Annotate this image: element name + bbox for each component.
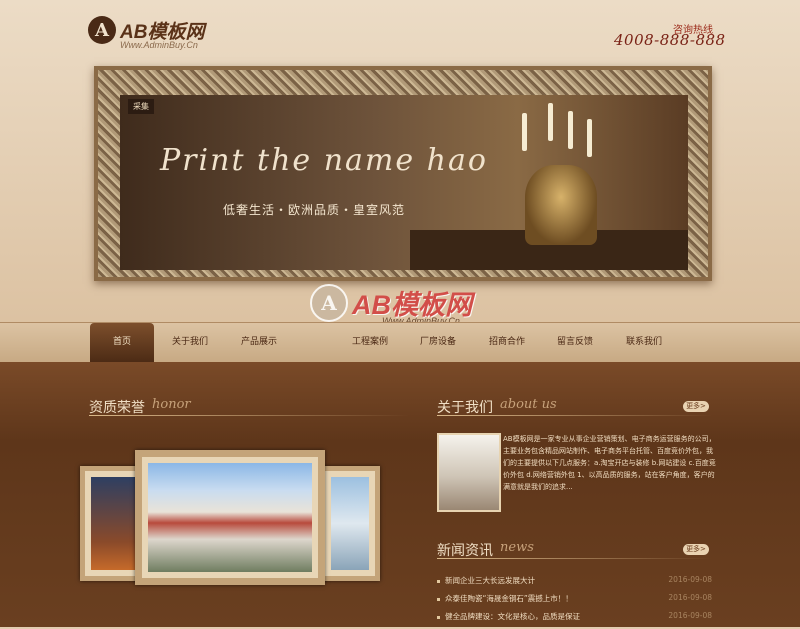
- banner-slogan: 低奢生活・欧洲品质・皇室风范: [223, 203, 406, 217]
- candelabra-graphic: [525, 165, 597, 245]
- candle-graphic: [587, 119, 592, 157]
- news-item-title: 健全品牌建设：文化是核心，品质是保证: [445, 612, 580, 621]
- about-image[interactable]: [437, 433, 501, 512]
- news-item-title: 众泰佳陶瓷“海晟金钢石”震撼上市！！: [445, 594, 573, 603]
- candle-graphic: [522, 113, 527, 151]
- news-item-date: 2016-09-08: [668, 593, 712, 602]
- news-title: 新闻资讯: [437, 543, 493, 559]
- news-item[interactable]: 新闻企业三大长远发展大计 2016-09-08: [437, 575, 712, 593]
- nav-item-contact[interactable]: 联系我们: [614, 323, 674, 363]
- candle-graphic: [568, 111, 573, 149]
- news-more-button[interactable]: 更多>: [683, 544, 709, 555]
- nav-item-equipment[interactable]: 厂房设备: [408, 323, 468, 363]
- watermark-icon: A: [310, 283, 348, 322]
- news-deco: news: [500, 540, 534, 555]
- honor-title: 资质荣誉: [89, 400, 145, 416]
- banner-script-text: Print the name hao: [160, 143, 488, 178]
- about-title: 关于我们: [437, 400, 493, 416]
- bullet-icon: [437, 597, 440, 601]
- banner-tag: 采集: [128, 99, 154, 114]
- nav-item-feedback[interactable]: 留言反馈: [545, 323, 605, 363]
- logo-icon: A: [88, 16, 116, 44]
- bullet-icon: [437, 615, 440, 619]
- news-item-date: 2016-09-08: [668, 611, 712, 620]
- nav-item-cases[interactable]: 工程案例: [340, 323, 400, 363]
- honor-frame-right[interactable]: [320, 466, 380, 581]
- main-nav: 首页 关于我们 产品展示 工程案例 厂房设备 招商合作 留言反馈 联系我们: [0, 322, 800, 363]
- nav-item-home[interactable]: 首页: [90, 323, 154, 363]
- nav-item-about[interactable]: 关于我们: [160, 323, 220, 363]
- logo-url: Www.AdminBuy.Cn: [120, 40, 198, 50]
- honor-photo: [148, 463, 312, 572]
- bullet-icon: [437, 579, 440, 583]
- honor-deco: honor: [152, 397, 191, 412]
- banner-image: 采集 Print the name hao 低奢生活・欧洲品质・皇室风范: [120, 95, 688, 270]
- honor-photo: [331, 477, 369, 570]
- honor-divider: [89, 415, 409, 416]
- news-item[interactable]: 健全品牌建设：文化是核心，品质是保证 2016-09-08: [437, 611, 712, 629]
- news-list: 新闻企业三大长远发展大计 2016-09-08 众泰佳陶瓷“海晟金钢石”震撼上市！…: [437, 575, 712, 629]
- nav-item-products[interactable]: 产品展示: [229, 323, 289, 363]
- about-more-button[interactable]: 更多>: [683, 401, 709, 412]
- news-divider: [437, 558, 712, 559]
- news-item-date: 2016-09-08: [668, 575, 712, 584]
- news-item-title: 新闻企业三大长远发展大计: [445, 576, 535, 585]
- about-divider: [437, 415, 712, 416]
- honor-frame-center[interactable]: [135, 450, 325, 585]
- candle-graphic: [548, 103, 553, 141]
- about-deco: about us: [500, 397, 557, 412]
- news-item[interactable]: 众泰佳陶瓷“海晟金钢石”震撼上市！！ 2016-09-08: [437, 593, 712, 611]
- honor-photo: [91, 477, 139, 570]
- about-text: AB模板网是一家专业从事企业营销策划、电子商务运营服务的公司，主要业务包含精品网…: [503, 435, 716, 491]
- hotline-number: 4008-888-888: [614, 31, 726, 49]
- nav-item-investment[interactable]: 招商合作: [477, 323, 537, 363]
